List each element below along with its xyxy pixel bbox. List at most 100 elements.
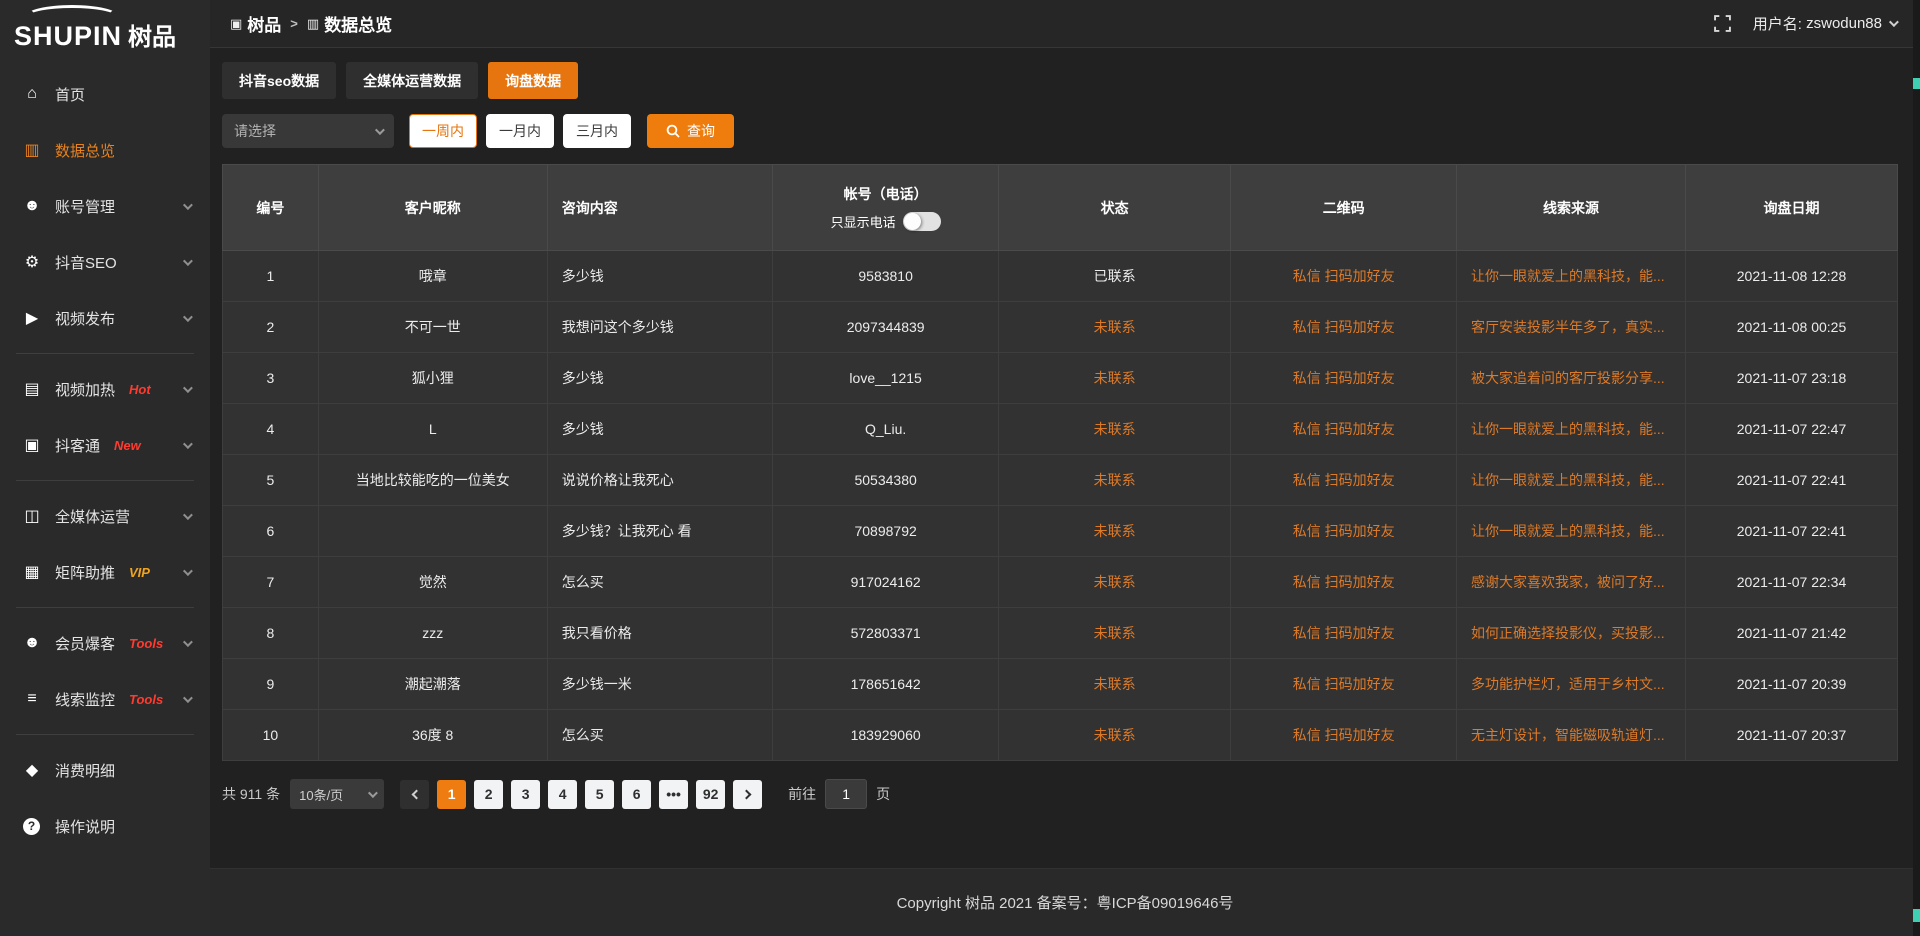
phone-only-toggle[interactable]	[903, 212, 941, 231]
chevron-right-icon	[741, 789, 751, 799]
cell-source-link[interactable]: 让你一眼就爱上的黑科技，能...	[1457, 455, 1686, 506]
col-header-id: 编号	[223, 165, 319, 251]
sidebar-item-member-baoke[interactable]: ☻会员爆客Tools	[0, 615, 210, 671]
cell-nickname: 狐小狸	[318, 353, 547, 404]
page-button-3[interactable]: 3	[511, 780, 540, 809]
table-row: 9潮起潮落多少钱一米178651642未联系私信 扫码加好友多功能护栏灯，适用于…	[223, 659, 1898, 710]
sidebar-item-label: 消费明细	[55, 760, 115, 781]
fullscreen-icon[interactable]	[1714, 15, 1731, 32]
sidebar-item-help[interactable]: ?操作说明	[0, 798, 210, 854]
user-icon: ☻	[22, 634, 42, 652]
page-button-2[interactable]: 2	[474, 780, 503, 809]
cell-qrcode-link[interactable]: 私信 扫码加好友	[1231, 353, 1457, 404]
sidebar-item-data-overview[interactable]: ▥数据总览	[0, 122, 210, 178]
cell-source-link[interactable]: 多功能护栏灯，适用于乡村文...	[1457, 659, 1686, 710]
cell-qrcode-link[interactable]: 私信 扫码加好友	[1231, 302, 1457, 353]
cell-qrcode-link[interactable]: 私信 扫码加好友	[1231, 404, 1457, 455]
range-button-一周内[interactable]: 一周内	[409, 114, 477, 148]
main-area: ▣树品 > ▥数据总览 用户名: zswodun88 抖音seo数据全媒体运营数据询…	[210, 0, 1920, 936]
cell-qrcode-link[interactable]: 私信 扫码加好友	[1231, 608, 1457, 659]
cell-source-link[interactable]: 让你一眼就爱上的黑科技，能...	[1457, 251, 1686, 302]
cell-account: 572803371	[773, 608, 999, 659]
bar-chart-icon: ▥	[22, 140, 42, 160]
sidebar-item-home[interactable]: ⌂首页	[0, 66, 210, 122]
cell-id: 8	[223, 608, 319, 659]
sidebar-item-douyin-seo[interactable]: ⚙抖音SEO	[0, 234, 210, 290]
range-button-一月内[interactable]: 一月内	[486, 114, 554, 148]
cell-id: 6	[223, 506, 319, 557]
scrollbar[interactable]	[1913, 0, 1920, 936]
sidebar-divider	[16, 734, 194, 735]
app-logo[interactable]: SHUPIN 树品	[0, 0, 210, 58]
page-button-92[interactable]: 92	[696, 780, 725, 809]
cell-source-link[interactable]: 无主灯设计，智能磁吸轨道灯...	[1457, 710, 1686, 761]
range-button-三月内[interactable]: 三月内	[563, 114, 631, 148]
cell-qrcode-link[interactable]: 私信 扫码加好友	[1231, 659, 1457, 710]
next-page-button[interactable]	[733, 780, 762, 809]
cell-account: 9583810	[773, 251, 999, 302]
cell-nickname: 36度 8	[318, 710, 547, 761]
page-button-6[interactable]: 6	[622, 780, 651, 809]
cell-source-link[interactable]: 感谢大家喜欢我家，被问了好...	[1457, 557, 1686, 608]
sidebar-item-account-manage[interactable]: ☻账号管理	[0, 178, 210, 234]
table-row: 4L多少钱Q_Liu.未联系私信 扫码加好友让你一眼就爱上的黑科技，能...20…	[223, 404, 1898, 455]
cell-source-link[interactable]: 客厅安装投影半年多了，真实...	[1457, 302, 1686, 353]
cell-qrcode-link[interactable]: 私信 扫码加好友	[1231, 251, 1457, 302]
cell-id: 9	[223, 659, 319, 710]
sidebar-item-doukertong[interactable]: ▣抖客通New	[0, 417, 210, 473]
page-button-1[interactable]: 1	[437, 780, 466, 809]
cell-nickname: 不可一世	[318, 302, 547, 353]
search-button[interactable]: 查询	[647, 114, 734, 148]
cell-account: 183929060	[773, 710, 999, 761]
sidebar-item-video-heat[interactable]: ▤视频加热Hot	[0, 361, 210, 417]
cell-account: 50534380	[773, 455, 999, 506]
sidebar-item-omni-media[interactable]: ◫全媒体运营	[0, 488, 210, 544]
tab-抖音seo数据[interactable]: 抖音seo数据	[222, 62, 336, 99]
table-row: 1哦章多少钱9583810已联系私信 扫码加好友让你一眼就爱上的黑科技，能...…	[223, 251, 1898, 302]
col-header-source: 线索来源	[1457, 165, 1686, 251]
video-publish-icon: ▶	[22, 308, 42, 328]
prev-page-button[interactable]	[400, 780, 429, 809]
tab-询盘数据[interactable]: 询盘数据	[488, 62, 578, 99]
cell-nickname	[318, 506, 547, 557]
table-row: 1036度 8怎么买183929060未联系私信 扫码加好友无主灯设计，智能磁吸…	[223, 710, 1898, 761]
cell-qrcode-link[interactable]: 私信 扫码加好友	[1231, 506, 1457, 557]
breadcrumb-item[interactable]: ▣树品	[230, 11, 281, 36]
cell-nickname: L	[318, 404, 547, 455]
data-tabs: 抖音seo数据全媒体运营数据询盘数据	[222, 62, 1898, 99]
goto-page-input[interactable]	[825, 779, 867, 809]
cell-source-link[interactable]: 让你一眼就爱上的黑科技，能...	[1457, 404, 1686, 455]
cell-qrcode-link[interactable]: 私信 扫码加好友	[1231, 557, 1457, 608]
page-button-5[interactable]: 5	[585, 780, 614, 809]
chevron-down-icon	[368, 788, 378, 798]
chevron-down-icon	[375, 125, 385, 135]
sidebar-nav: ⌂首页▥数据总览☻账号管理⚙抖音SEO▶视频发布 ▤视频加热Hot▣抖客通New ◫…	[0, 58, 210, 936]
topbar-right: 用户名: zswodun88	[1714, 13, 1896, 34]
sidebar-item-clue-monitor[interactable]: ≡线索监控Tools	[0, 671, 210, 727]
cell-content: 多少钱一米	[547, 659, 773, 710]
sliders-icon: ≡	[22, 690, 42, 708]
cell-source-link[interactable]: 如何正确选择投影仪，买投影...	[1457, 608, 1686, 659]
user-menu[interactable]: 用户名: zswodun88	[1753, 13, 1896, 34]
sidebar-item-video-publish[interactable]: ▶视频发布	[0, 290, 210, 346]
breadcrumb-item[interactable]: ▥数据总览	[307, 11, 392, 36]
cell-content: 我只看价格	[547, 608, 773, 659]
cell-source-link[interactable]: 被大家追着问的客厅投影分享...	[1457, 353, 1686, 404]
cell-qrcode-link[interactable]: 私信 扫码加好友	[1231, 710, 1457, 761]
cell-qrcode-link[interactable]: 私信 扫码加好友	[1231, 455, 1457, 506]
cell-content: 怎么买	[547, 710, 773, 761]
filter-select[interactable]: 请选择	[222, 114, 394, 148]
page-ellipsis-button[interactable]: •••	[659, 780, 688, 809]
cell-status: 已联系	[998, 251, 1230, 302]
cell-source-link[interactable]: 让你一眼就爱上的黑科技，能...	[1457, 506, 1686, 557]
table-row: 3狐小狸多少钱love__1215未联系私信 扫码加好友被大家追着问的客厅投影分…	[223, 353, 1898, 404]
sidebar-divider	[16, 353, 194, 354]
screen-icon: ◫	[22, 506, 42, 526]
sidebar-item-consumption-detail[interactable]: ◆消费明细	[0, 742, 210, 798]
sidebar-item-matrix-boost[interactable]: ▦矩阵助推VIP	[0, 544, 210, 600]
col-header-account-title: 帐号（电话）	[773, 184, 998, 204]
page-size-select[interactable]: 10条/页	[290, 779, 384, 809]
page-button-4[interactable]: 4	[548, 780, 577, 809]
tab-全媒体运营数据[interactable]: 全媒体运营数据	[346, 62, 478, 99]
breadcrumb-separator: >	[290, 16, 298, 31]
